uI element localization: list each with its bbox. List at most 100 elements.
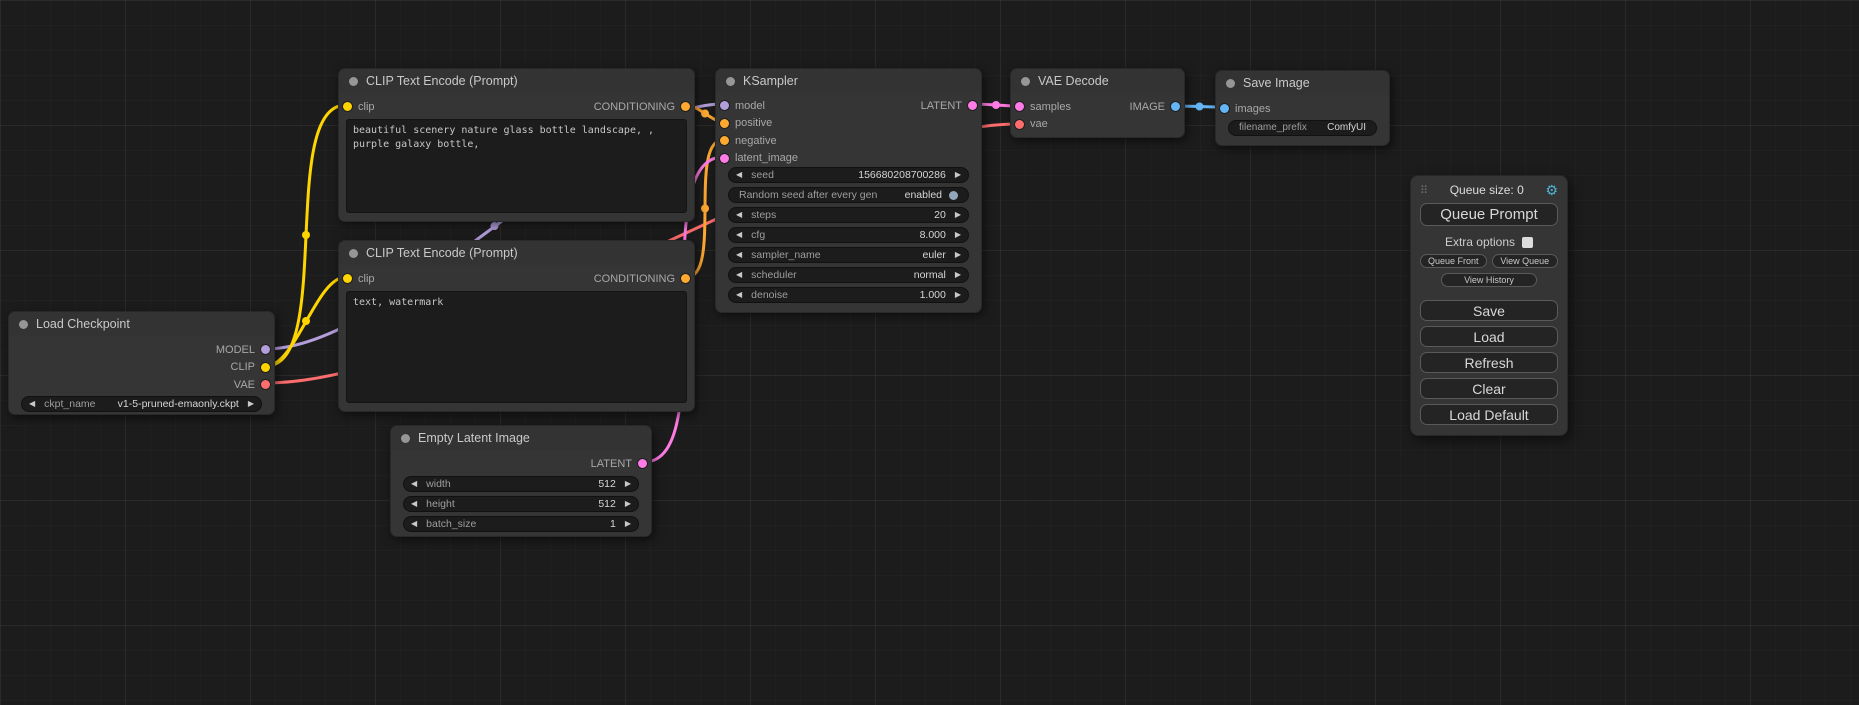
node-titlebar[interactable]: Empty Latent Image [391,426,651,450]
widget-steps[interactable]: ◀ steps 20 ▶ [728,207,969,223]
node-save-image[interactable]: Save Image images filename_prefix ComfyU… [1215,70,1390,146]
load-default-button[interactable]: Load Default [1420,404,1558,425]
slot-dot-image[interactable] [1220,104,1229,113]
input-slot-positive[interactable]: positive [716,115,981,133]
slot-dot-vae[interactable] [1015,120,1024,129]
collapse-dot[interactable] [349,77,358,86]
increment-arrow-icon[interactable]: ▶ [955,211,961,219]
decrement-arrow-icon[interactable]: ◀ [736,251,742,259]
collapse-dot[interactable] [726,77,735,86]
queue-prompt-button[interactable]: Queue Prompt [1420,203,1558,226]
slot-dot-conditioning[interactable] [720,136,729,145]
output-slot-conditioning[interactable]: CONDITIONING [594,101,690,113]
decrement-arrow-icon[interactable]: ◀ [736,231,742,239]
extra-options-checkbox[interactable] [1522,237,1533,248]
increment-arrow-icon[interactable]: ▶ [625,480,631,488]
slot-dot-model[interactable] [720,101,729,110]
collapse-dot[interactable] [19,320,28,329]
node-titlebar[interactable]: Load Checkpoint [9,312,274,336]
output-slot-latent[interactable]: LATENT [921,97,981,115]
node-load-checkpoint[interactable]: Load Checkpoint MODEL CLIP VAE ◀ ckpt_na… [8,311,275,415]
load-button[interactable]: Load [1420,326,1558,347]
decrement-arrow-icon[interactable]: ◀ [29,400,35,408]
decrement-arrow-icon[interactable]: ◀ [736,271,742,279]
toggle-dot[interactable] [949,191,958,200]
input-slot-samples[interactable]: samples [1015,101,1071,113]
slot-dot-conditioning[interactable] [681,274,690,283]
slot-dot-conditioning[interactable] [681,102,690,111]
graph-canvas[interactable]: Load Checkpoint MODEL CLIP VAE ◀ ckpt_na… [0,0,1859,705]
collapse-dot[interactable] [401,434,410,443]
slot-dot-latent[interactable] [720,154,729,163]
node-ksampler[interactable]: KSampler model positive negative latent_… [715,68,982,313]
prompt-textarea[interactable]: beautiful scenery nature glass bottle la… [346,119,687,213]
increment-arrow-icon[interactable]: ▶ [248,400,254,408]
node-empty-latent-image[interactable]: Empty Latent Image LATENT ◀ width 512 ▶ … [390,425,652,537]
collapse-dot[interactable] [349,249,358,258]
refresh-button[interactable]: Refresh [1420,352,1558,373]
widget-sampler-name[interactable]: ◀ sampler_name euler ▶ [728,247,969,263]
collapse-dot[interactable] [1226,79,1235,88]
queue-front-button[interactable]: Queue Front [1420,254,1487,268]
increment-arrow-icon[interactable]: ▶ [955,271,961,279]
slot-dot-clip[interactable] [261,363,270,372]
node-titlebar[interactable]: CLIP Text Encode (Prompt) [339,241,694,265]
slot-dot-clip[interactable] [343,102,352,111]
input-slot-images[interactable]: images [1216,100,1389,118]
increment-arrow-icon[interactable]: ▶ [955,231,961,239]
widget-width[interactable]: ◀ width 512 ▶ [403,476,639,492]
node-titlebar[interactable]: VAE Decode [1011,69,1184,93]
increment-arrow-icon[interactable]: ▶ [625,500,631,508]
slot-dot-model[interactable] [261,345,270,354]
output-slot-clip[interactable]: CLIP [9,359,274,377]
node-clip-text-encode-negative[interactable]: CLIP Text Encode (Prompt) clip CONDITION… [338,240,695,412]
decrement-arrow-icon[interactable]: ◀ [736,171,742,179]
input-slot-clip[interactable]: clip [343,273,375,285]
slot-dot-clip[interactable] [343,274,352,283]
output-slot-conditioning[interactable]: CONDITIONING [594,273,690,285]
input-slot-negative[interactable]: negative [716,132,981,150]
drag-handle-icon[interactable]: ⠿ [1420,184,1428,197]
increment-arrow-icon[interactable]: ▶ [955,171,961,179]
save-button[interactable]: Save [1420,300,1558,321]
node-clip-text-encode-positive[interactable]: CLIP Text Encode (Prompt) clip CONDITION… [338,68,695,222]
widget-ckpt-name[interactable]: ◀ ckpt_name v1-5-pruned-emaonly.ckpt ▶ [21,396,262,412]
input-slot-latent-image[interactable]: latent_image [716,150,981,168]
input-slot-clip[interactable]: clip [343,101,375,113]
output-slot-vae[interactable]: VAE [9,376,274,394]
widget-random-seed-toggle[interactable]: Random seed after every gen enabled [728,187,969,203]
collapse-dot[interactable] [1021,77,1030,86]
slot-dot-conditioning[interactable] [720,119,729,128]
decrement-arrow-icon[interactable]: ◀ [736,211,742,219]
decrement-arrow-icon[interactable]: ◀ [411,520,417,528]
slot-dot-vae[interactable] [261,380,270,389]
slot-dot-latent[interactable] [1015,102,1024,111]
decrement-arrow-icon[interactable]: ◀ [411,480,417,488]
widget-denoise[interactable]: ◀ denoise 1.000 ▶ [728,287,969,303]
output-slot-model[interactable]: MODEL [9,341,274,359]
output-slot-latent[interactable]: LATENT [391,455,651,473]
node-titlebar[interactable]: Save Image [1216,71,1389,95]
widget-seed[interactable]: ◀ seed 156680208700286 ▶ [728,167,969,183]
view-queue-button[interactable]: View Queue [1492,254,1559,268]
node-titlebar[interactable]: KSampler [716,69,981,93]
slot-dot-image[interactable] [1171,102,1180,111]
increment-arrow-icon[interactable]: ▶ [955,291,961,299]
widget-batch-size[interactable]: ◀ batch_size 1 ▶ [403,516,639,532]
decrement-arrow-icon[interactable]: ◀ [736,291,742,299]
widget-height[interactable]: ◀ height 512 ▶ [403,496,639,512]
prompt-textarea[interactable]: text, watermark [346,291,687,403]
input-slot-vae[interactable]: vae [1011,116,1184,134]
view-history-button[interactable]: View History [1441,273,1537,287]
slot-dot-latent[interactable] [638,459,647,468]
increment-arrow-icon[interactable]: ▶ [625,520,631,528]
output-slot-image[interactable]: IMAGE [1130,101,1180,113]
widget-cfg[interactable]: ◀ cfg 8.000 ▶ [728,227,969,243]
slot-dot-latent[interactable] [968,101,977,110]
node-vae-decode[interactable]: VAE Decode samples IMAGE vae [1010,68,1185,138]
decrement-arrow-icon[interactable]: ◀ [411,500,417,508]
increment-arrow-icon[interactable]: ▶ [955,251,961,259]
node-titlebar[interactable]: CLIP Text Encode (Prompt) [339,69,694,93]
settings-gear-icon[interactable]: ⚙ [1545,183,1558,197]
clear-button[interactable]: Clear [1420,378,1558,399]
